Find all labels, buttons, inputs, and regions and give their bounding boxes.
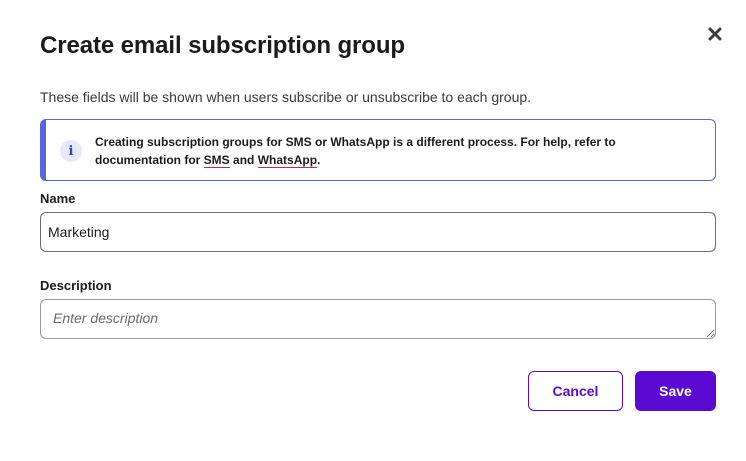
sms-docs-link[interactable]: SMS <box>203 153 230 168</box>
dialog-subtitle: These fields will be shown when users su… <box>40 89 532 105</box>
name-input[interactable] <box>40 212 716 252</box>
cancel-button[interactable]: Cancel <box>528 371 623 411</box>
close-icon <box>708 27 722 41</box>
create-subscription-group-dialog: Create email subscription group These fi… <box>0 0 746 461</box>
save-button[interactable]: Save <box>635 371 716 411</box>
info-icon: i <box>60 140 82 162</box>
info-text-before: Creating subscription groups for SMS or … <box>95 135 616 167</box>
whatsapp-docs-link[interactable]: WhatsApp <box>257 153 318 168</box>
description-label: Description <box>40 278 112 293</box>
description-input[interactable] <box>40 299 716 339</box>
info-callout-text: Creating subscription groups for SMS or … <box>95 133 695 169</box>
info-text-and: and <box>229 153 258 167</box>
info-text-end: . <box>317 153 321 167</box>
name-label: Name <box>40 191 76 206</box>
dialog-title: Create email subscription group <box>40 32 405 59</box>
close-button[interactable] <box>704 23 726 45</box>
info-callout: i Creating subscription groups for SMS o… <box>40 119 716 181</box>
